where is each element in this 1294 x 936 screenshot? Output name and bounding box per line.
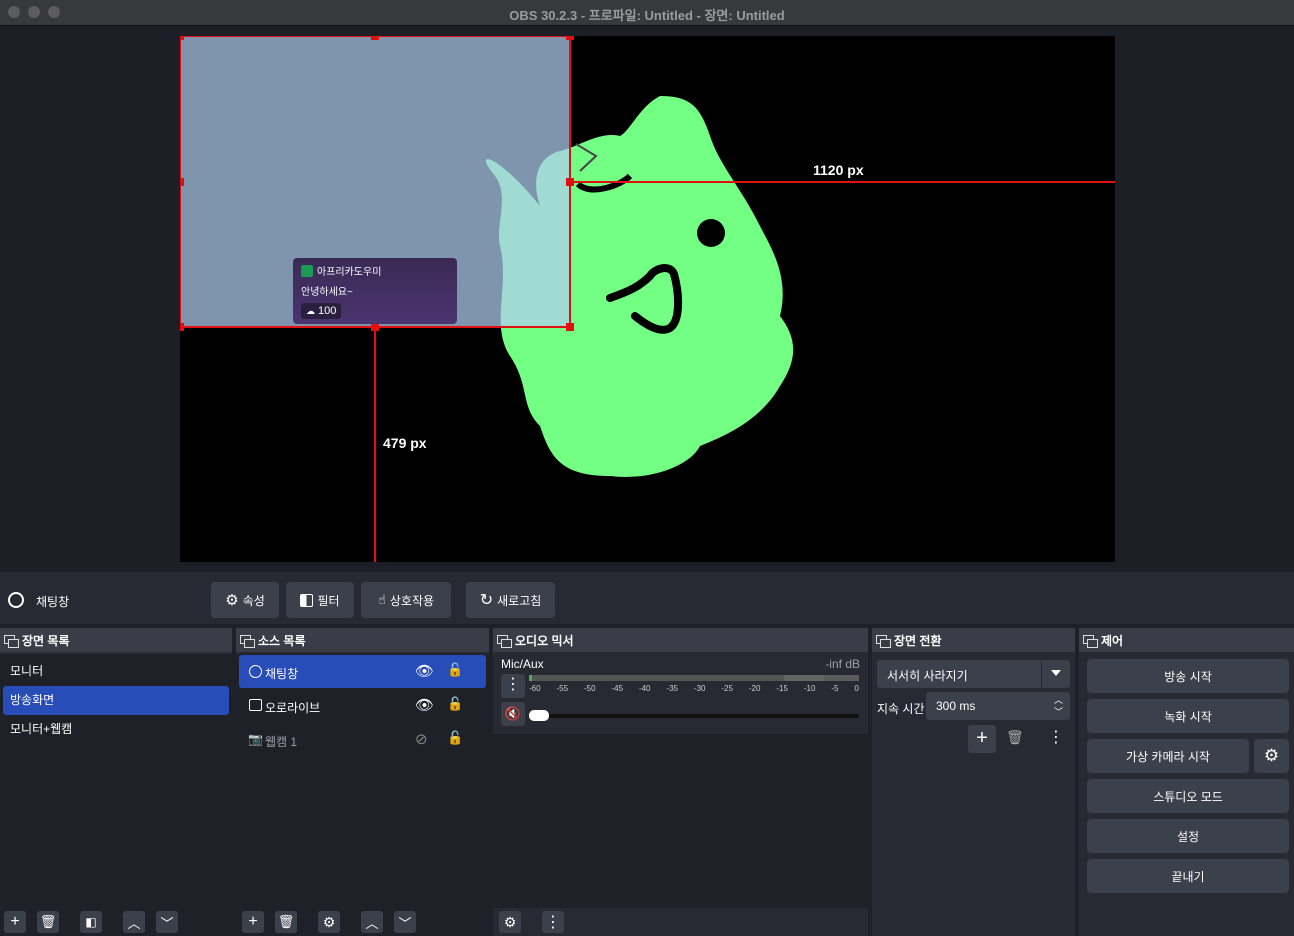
eye-hidden-icon[interactable]: ⊘ [415,730,428,748]
move-scene-down-button[interactable]: ﹀ [156,911,178,933]
transitions-title: 장면 전환 [894,633,942,648]
advanced-audio-button[interactable]: ⚙ [499,911,521,933]
chevron-down-icon [1051,670,1061,676]
filter-icon [300,593,314,607]
camera-icon: 📷 [248,732,263,746]
dock-icon [497,634,512,648]
mute-button[interactable]: 🔇 [501,702,525,726]
preview-area[interactable]: 아프리카도우미 안녕하세요~ ☁ 100 1120 px 479 px [0,26,1294,572]
volume-slider[interactable] [529,710,859,721]
source-properties-button[interactable]: ⚙ [318,911,340,933]
spin-down-icon[interactable]: ﹀ [1054,705,1063,718]
title-bar: OBS 30.2.3 - 프로파일: Untitled - 장면: Untitl… [0,0,1294,26]
balloon-icon: ☁ [306,305,315,316]
settings-button[interactable]: 설정 [1087,819,1289,853]
scene-filters-button[interactable]: ◧ [80,911,102,933]
start-recording-button[interactable]: 녹화 시작 [1087,699,1289,733]
duration-spinbox[interactable]: 300 ms ︿ ﹀ [926,692,1070,720]
dock-icon [876,634,891,648]
window-title: OBS 30.2.3 - 프로파일: Untitled - 장면: Untitl… [509,8,785,23]
scenes-footer: + 🗑 ◧ ︿ ﹀ [0,908,232,936]
pointer-hand-icon: ☝ [377,592,386,607]
scene-item[interactable]: 모니터+웹캠 [0,715,232,744]
remove-transition-button[interactable]: 🗑 [1006,729,1024,746]
lock-icon[interactable]: 🔓 [447,696,463,712]
refresh-icon: ↻ [479,592,494,609]
dock-icon [1083,634,1098,648]
filters-button[interactable]: 필터 [286,582,354,618]
gear-icon: ⚙ [225,592,239,609]
chat-username: 아프리카도우미 [317,267,382,278]
properties-button[interactable]: ⚙ 속성 [211,582,279,618]
transition-menu-button[interactable]: ⋮ [1048,727,1064,747]
source-item[interactable]: 📷 웹캠 1 ⊘ 🔓 [239,722,486,756]
remove-source-button[interactable]: 🗑 [275,911,297,933]
transition-select[interactable]: 서서히 사라지기 [877,660,1070,688]
volume-slider-handle[interactable] [529,710,549,721]
mixer-channel: Mic/Aux -inf dB ⋮ -60 -55 -50 -45 -40 -35 -30-… [493,654,868,734]
studio-mode-button[interactable]: 스튜디오 모드 [1087,779,1289,813]
scene-transitions-dock: 장면 전환 서서히 사라지기 지속 시간 300 ms ︿ ﹀ + 🗑 ⋮ [872,628,1075,936]
source-item-selected[interactable]: 채팅창 👁 🔓 [239,655,486,688]
move-source-up-button[interactable]: ︿ [361,911,383,933]
add-transition-button[interactable]: + [968,725,996,753]
exit-button[interactable]: 끝내기 [1087,859,1289,893]
sources-title: 소스 목록 [258,633,306,648]
vertical-measure-label: 479 px [383,435,427,451]
eye-icon[interactable]: 👁 [415,662,434,680]
scene-item-selected[interactable]: 방송화면 [3,686,229,715]
scene-list: 모니터 방송화면 모니터+웹캠 + 🗑 ◧ ︿ ﹀ [0,654,232,936]
lock-icon[interactable]: 🔓 [447,730,463,746]
dock-icon [240,634,255,648]
refresh-button[interactable]: ↻ 새로고침 [466,582,555,618]
remove-scene-button[interactable]: 🗑 [37,911,59,933]
sources-dock: 소스 목록 채팅창 👁 🔓 오로라이브 👁 🔓 📷 웹캠 1 ⊘ 🔓 + 🗑 ⚙… [236,628,489,936]
current-source-name: 채팅창 [36,595,70,609]
source-toolbar: 채팅창 ⚙ 속성 필터 ☝ 상호작용 ↻ 새로고침 [0,572,1294,624]
source-name: 웹캠 1 [265,735,298,749]
horizontal-measure-label: 1120 px [813,162,864,178]
mixer-body: Mic/Aux -inf dB ⋮ -60 -55 -50 -45 -40 -35 -30-… [493,654,868,936]
add-source-button[interactable]: + [242,911,264,933]
move-scene-up-button[interactable]: ︿ [123,911,145,933]
lock-icon[interactable]: 🔓 [447,662,463,678]
mixer-title: 오디오 믹서 [515,633,574,648]
mixer-footer: ⚙ ⋮ [493,908,868,936]
scene-item[interactable]: 모니터 [0,657,232,686]
source-name: 오로라이브 [265,701,321,715]
channel-level: -inf dB [825,657,860,671]
chat-message-text: 안녕하세요~ [301,287,353,298]
start-virtual-camera-button[interactable]: 가상 카메라 시작 [1087,739,1249,773]
add-scene-button[interactable]: + [4,911,26,933]
image-icon [249,699,262,711]
meter-ticks: -60 -55 -50 -45 -40 -35 -30 -25 -20 -15 -10 -5 0 [529,684,859,693]
chat-message-card: 아프리카도우미 안녕하세요~ ☁ 100 [293,258,457,324]
volume-meter [529,675,859,681]
source-name: 채팅창 [265,667,299,681]
dock-icon [4,634,19,648]
controls-title: 제어 [1101,633,1124,648]
source-item[interactable]: 오로라이브 👁 🔓 [239,688,486,722]
channel-menu-button[interactable]: ⋮ [501,674,525,698]
chat-count: 100 [318,305,337,317]
virtual-camera-settings-button[interactable]: ⚙ [1254,739,1289,773]
globe-icon [8,592,24,608]
scenes-dock: 장면 목록 모니터 방송화면 모니터+웹캠 + 🗑 ◧ ︿ ﹀ [0,628,232,936]
start-streaming-button[interactable]: 방송 시작 [1087,659,1289,693]
interact-button[interactable]: ☝ 상호작용 [361,582,451,618]
preview-canvas[interactable]: 아프리카도우미 안녕하세요~ ☁ 100 1120 px 479 px [180,36,1115,562]
globe-icon [249,665,262,678]
user-badge-icon [301,264,313,277]
controls-dock: 제어 방송 시작 녹화 시작 가상 카메라 시작 ⚙ 스튜디오 모드 설정 끝내… [1079,628,1294,936]
eye-icon[interactable]: 👁 [415,696,434,714]
audio-mixer-dock: 오디오 믹서 Mic/Aux -inf dB ⋮ -60 -55 -50 -45 -40… [493,628,868,936]
channel-name: Mic/Aux [501,657,544,671]
mixer-menu-button[interactable]: ⋮ [542,911,564,933]
sources-footer: + 🗑 ⚙ ︿ ﹀ [236,908,489,936]
source-list: 채팅창 👁 🔓 오로라이브 👁 🔓 📷 웹캠 1 ⊘ 🔓 + 🗑 ⚙ ︿ ﹀ [236,654,489,936]
move-source-down-button[interactable]: ﹀ [394,911,416,933]
scenes-title: 장면 목록 [22,633,70,648]
duration-label: 지속 시간 [877,702,925,716]
